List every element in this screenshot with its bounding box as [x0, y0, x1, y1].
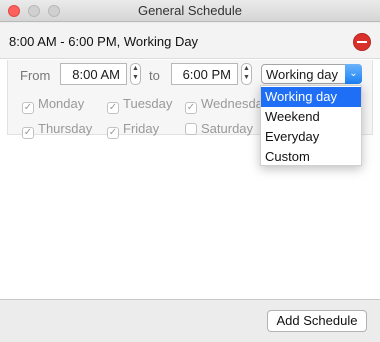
from-label: From	[20, 68, 51, 83]
dropdown-option-working-day[interactable]: Working day	[261, 87, 361, 107]
window-title: General Schedule	[137, 3, 243, 18]
checkmark-icon: ✓	[185, 102, 197, 114]
checkmark-icon: ✓	[22, 102, 34, 114]
schedule-row[interactable]: 8:00 AM - 6:00 PM, Working Day	[0, 23, 380, 59]
day-checkbox-friday[interactable]: ✓ Friday	[107, 121, 159, 139]
to-time-field[interactable]: 6:00 PM	[171, 63, 238, 85]
from-time-stepper-icon[interactable]: ▲ ▼	[130, 63, 141, 85]
dropdown-option-weekend[interactable]: Weekend	[261, 107, 361, 127]
title-bar: General Schedule	[0, 0, 380, 22]
remove-schedule-icon[interactable]	[353, 33, 371, 51]
day-checkbox-wednesday[interactable]: ✓ Wednesday	[185, 96, 269, 114]
day-label: Friday	[123, 121, 160, 136]
add-schedule-button[interactable]: Add Schedule	[267, 310, 367, 332]
checkmark-icon: ✓	[107, 102, 119, 114]
dropdown-option-custom[interactable]: Custom	[261, 147, 361, 167]
to-label: to	[149, 68, 160, 83]
day-label: Monday	[38, 96, 85, 111]
schedule-summary: 8:00 AM - 6:00 PM, Working Day	[9, 34, 199, 49]
day-checkbox-tuesday[interactable]: ✓ Tuesday	[107, 96, 172, 114]
day-label: Tuesday	[123, 96, 173, 111]
checkmark-icon: ✓	[107, 127, 119, 139]
day-label: Saturday	[201, 121, 254, 136]
to-time-stepper-icon[interactable]: ▲ ▼	[241, 63, 252, 85]
day-label: Thursday	[38, 121, 93, 136]
checkmark-icon: ✓	[22, 127, 34, 139]
preset-dropdown-menu: Working day Weekend Everyday Custom	[260, 85, 362, 166]
day-checkbox-thursday[interactable]: ✓ Thursday	[22, 121, 92, 139]
checkbox-empty-icon	[185, 123, 197, 135]
day-checkbox-monday[interactable]: ✓ Monday	[22, 96, 84, 114]
preset-select-value: Working day	[266, 67, 339, 82]
window: General Schedule 8:00 AM - 6:00 PM, Work…	[0, 0, 380, 342]
day-checkbox-saturday[interactable]: Saturday	[185, 121, 253, 136]
from-time-field[interactable]: 8:00 AM	[60, 63, 127, 85]
chevron-down-icon: ⌄	[345, 64, 362, 84]
preset-select[interactable]: Working day ⌄	[261, 64, 362, 84]
dropdown-option-everyday[interactable]: Everyday	[261, 127, 361, 147]
